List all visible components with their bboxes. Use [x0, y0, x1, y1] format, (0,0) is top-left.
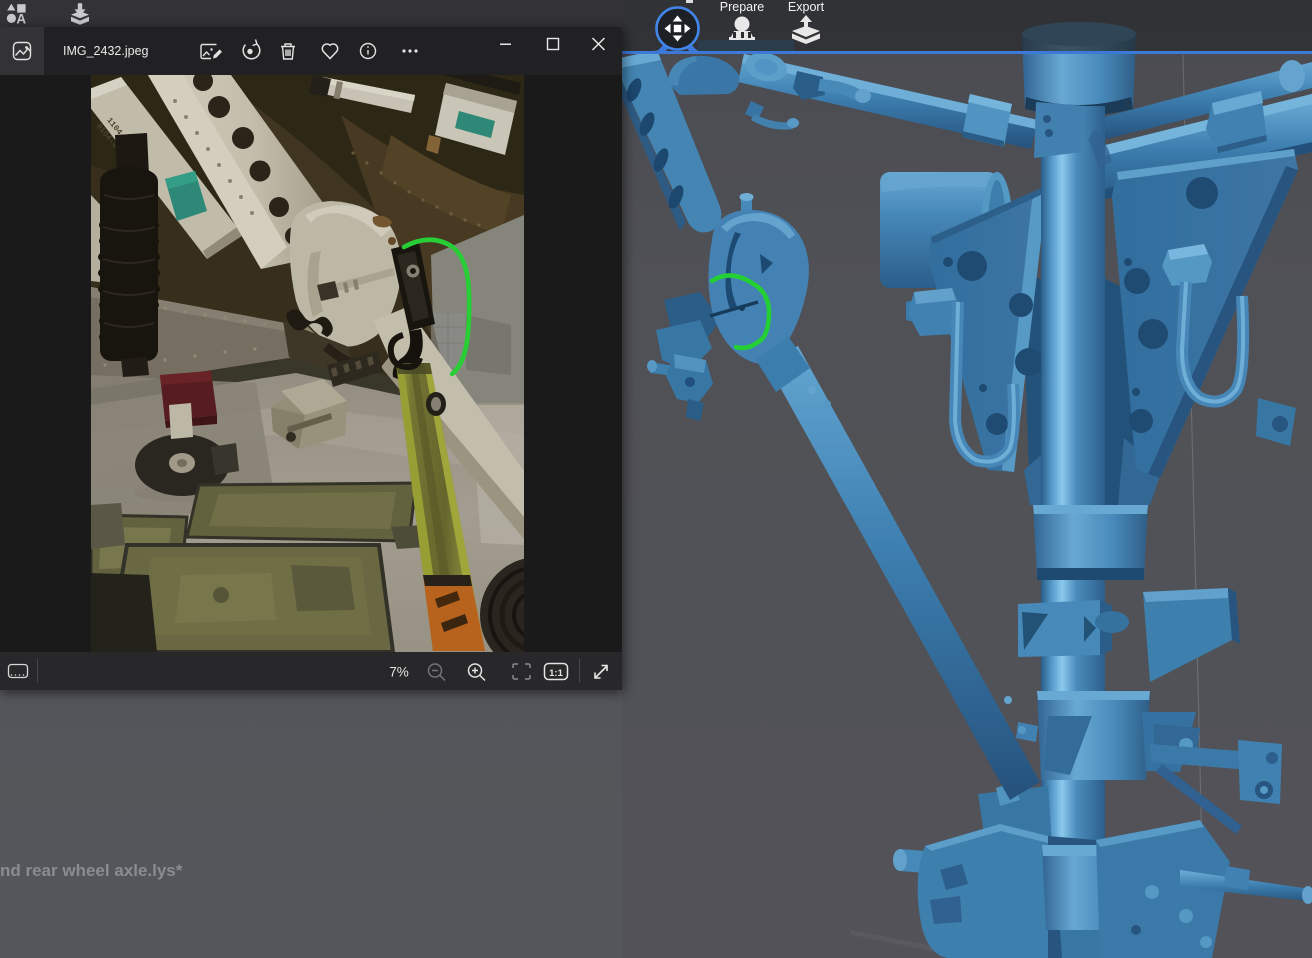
- svg-text:1:1: 1:1: [549, 668, 563, 679]
- svg-text:Prepare: Prepare: [720, 0, 765, 14]
- svg-text:Export: Export: [788, 0, 825, 14]
- svg-text:A: A: [16, 11, 26, 26]
- svg-text:7%: 7%: [389, 665, 409, 680]
